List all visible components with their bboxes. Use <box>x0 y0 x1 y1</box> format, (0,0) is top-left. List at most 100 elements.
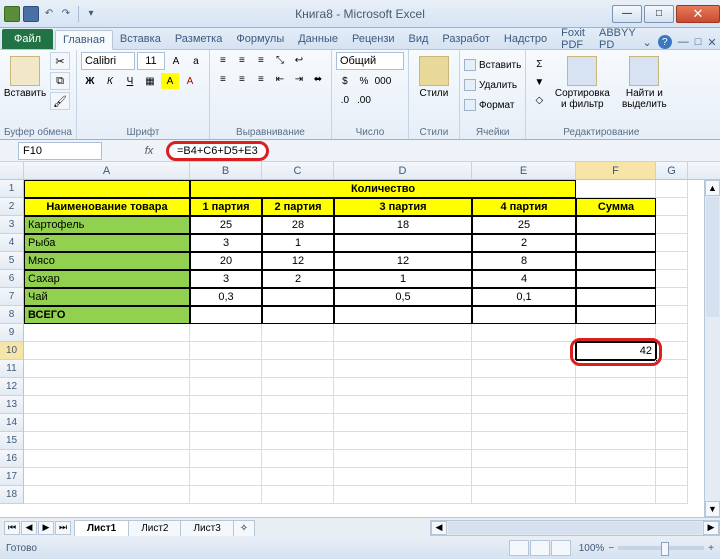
find-select-button[interactable]: Найти и выделить <box>616 52 672 116</box>
qat-dropdown-icon[interactable]: ▾ <box>84 7 98 21</box>
cell[interactable]: 20 <box>190 252 262 270</box>
cell[interactable] <box>576 324 656 342</box>
row-header[interactable]: 11 <box>0 360 24 378</box>
scroll-right-icon[interactable]: ▶ <box>703 521 719 535</box>
cell[interactable]: Сахар <box>24 270 190 288</box>
cell[interactable] <box>24 486 190 504</box>
maximize-button[interactable]: □ <box>644 5 674 23</box>
cell[interactable] <box>24 180 190 198</box>
help-icon[interactable]: ? <box>658 35 672 49</box>
row-header[interactable]: 2 <box>0 198 24 216</box>
cell[interactable] <box>656 468 688 486</box>
cell[interactable] <box>576 306 656 324</box>
cell[interactable] <box>190 306 262 324</box>
cell[interactable] <box>334 414 472 432</box>
row-header[interactable]: 6 <box>0 270 24 288</box>
view-break-icon[interactable] <box>551 540 571 556</box>
cell[interactable] <box>24 378 190 396</box>
cell[interactable] <box>576 486 656 504</box>
zoom-out-icon[interactable]: − <box>608 543 614 554</box>
cell[interactable] <box>576 180 656 198</box>
row-header[interactable]: 16 <box>0 450 24 468</box>
tab-layout[interactable]: Разметка <box>168 29 230 49</box>
cell[interactable]: ВСЕГО <box>24 306 190 324</box>
window-min2-icon[interactable]: — <box>678 36 689 48</box>
align-middle-icon[interactable]: ≡ <box>233 52 251 68</box>
minimize-ribbon-icon[interactable]: ⌄ <box>643 36 652 49</box>
number-format-select[interactable]: Общий <box>336 52 404 70</box>
tab-data[interactable]: Данные <box>291 29 345 49</box>
close-button[interactable]: ✕ <box>676 5 720 23</box>
minimize-button[interactable]: — <box>612 5 642 23</box>
col-header[interactable]: D <box>334 162 472 179</box>
cell[interactable]: 28 <box>262 216 334 234</box>
cell[interactable] <box>24 342 190 360</box>
sheet-next-icon[interactable]: ▶ <box>38 521 54 535</box>
col-header[interactable]: B <box>190 162 262 179</box>
bold-icon[interactable]: Ж <box>81 73 99 89</box>
cell[interactable]: Картофель <box>24 216 190 234</box>
cut-icon[interactable]: ✂ <box>50 52 70 70</box>
clear-icon[interactable]: ◇ <box>530 92 548 108</box>
cell[interactable] <box>576 450 656 468</box>
cell[interactable] <box>190 450 262 468</box>
scroll-up-icon[interactable]: ▲ <box>705 180 720 196</box>
decrease-indent-icon[interactable]: ⇤ <box>271 71 289 87</box>
row-header[interactable]: 17 <box>0 468 24 486</box>
cell[interactable]: 2 партия <box>262 198 334 216</box>
cell[interactable]: 12 <box>262 252 334 270</box>
sheet-tab[interactable]: Лист3 <box>180 520 233 536</box>
row-header[interactable]: 8 <box>0 306 24 324</box>
cell[interactable] <box>262 324 334 342</box>
cell[interactable]: Сумма <box>576 198 656 216</box>
scroll-thumb[interactable] <box>448 522 702 534</box>
row-header[interactable]: 3 <box>0 216 24 234</box>
align-right-icon[interactable]: ≡ <box>252 71 270 87</box>
cell[interactable] <box>334 432 472 450</box>
paste-button[interactable]: Вставить <box>4 52 46 116</box>
cell[interactable] <box>576 468 656 486</box>
col-header[interactable]: C <box>262 162 334 179</box>
decrease-decimal-icon[interactable]: .00 <box>355 92 373 108</box>
cell[interactable]: 1 <box>334 270 472 288</box>
cell[interactable] <box>656 360 688 378</box>
cell[interactable] <box>262 468 334 486</box>
styles-button[interactable]: Стили <box>413 52 455 116</box>
cell[interactable] <box>262 342 334 360</box>
cell[interactable] <box>190 396 262 414</box>
cell[interactable]: 1 <box>262 234 334 252</box>
cell[interactable]: Наименование товара <box>24 198 190 216</box>
row-header[interactable]: 13 <box>0 396 24 414</box>
cell[interactable] <box>472 432 576 450</box>
cell[interactable] <box>334 486 472 504</box>
spreadsheet-grid[interactable]: A B C D E F G 1 Количество 2 Наименовани… <box>0 162 720 517</box>
cell[interactable] <box>190 342 262 360</box>
cell[interactable]: Рыба <box>24 234 190 252</box>
col-header[interactable]: G <box>656 162 688 179</box>
cell[interactable] <box>472 324 576 342</box>
cell[interactable] <box>190 432 262 450</box>
fx-icon[interactable]: fx <box>132 145 166 157</box>
align-center-icon[interactable]: ≡ <box>233 71 251 87</box>
cell[interactable] <box>472 414 576 432</box>
row-header[interactable]: 4 <box>0 234 24 252</box>
redo-icon[interactable]: ↷ <box>59 7 73 21</box>
new-sheet-button[interactable]: ✧ <box>233 520 255 536</box>
cell[interactable]: 0,5 <box>334 288 472 306</box>
cell[interactable]: 2 <box>472 234 576 252</box>
cell[interactable] <box>262 396 334 414</box>
cell[interactable] <box>190 414 262 432</box>
cell[interactable] <box>190 360 262 378</box>
cell[interactable]: 8 <box>472 252 576 270</box>
zoom-in-icon[interactable]: + <box>708 543 714 554</box>
fill-icon[interactable]: ▼ <box>530 74 548 90</box>
window-restore-icon[interactable]: □ <box>695 36 702 48</box>
cell[interactable] <box>24 432 190 450</box>
cell[interactable]: 3 <box>190 270 262 288</box>
align-left-icon[interactable]: ≡ <box>214 71 232 87</box>
wrap-text-icon[interactable]: ↩ <box>290 52 308 68</box>
cell[interactable] <box>472 486 576 504</box>
col-header[interactable]: A <box>24 162 190 179</box>
view-normal-icon[interactable] <box>509 540 529 556</box>
cell[interactable] <box>656 234 688 252</box>
